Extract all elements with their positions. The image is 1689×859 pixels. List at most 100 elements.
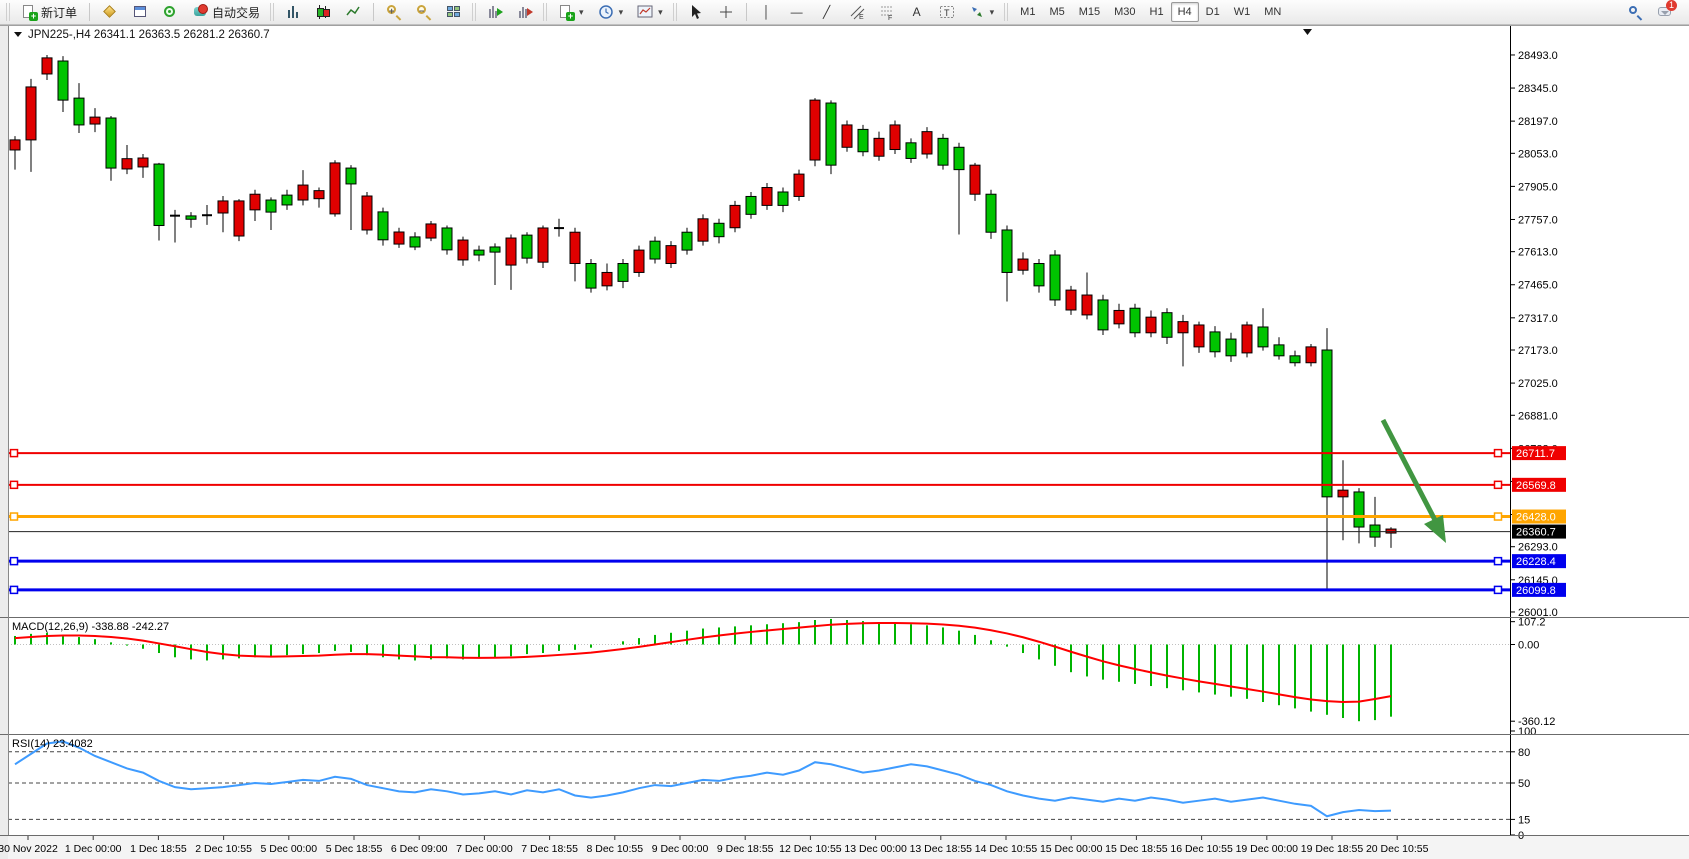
candle-body[interactable] xyxy=(1370,525,1380,537)
candle-body[interactable] xyxy=(90,117,100,124)
candle-body[interactable] xyxy=(634,250,644,272)
candle-body[interactable] xyxy=(362,196,372,230)
candle-body[interactable] xyxy=(714,223,724,236)
candle-body[interactable] xyxy=(778,192,788,205)
candle-body[interactable] xyxy=(314,191,324,199)
candle-body[interactable] xyxy=(1194,325,1204,347)
crosshair-button[interactable] xyxy=(712,2,740,23)
autotrading-button[interactable]: 自动交易 xyxy=(186,2,266,23)
candle-body[interactable] xyxy=(810,100,820,160)
auto-scroll-button[interactable] xyxy=(511,2,539,23)
candle-body[interactable] xyxy=(426,224,436,238)
periods-button[interactable]: ▾ xyxy=(592,2,630,23)
new-chart-button[interactable]: +▾ xyxy=(552,2,590,23)
candle-body[interactable] xyxy=(922,132,932,154)
candle-body[interactable] xyxy=(522,235,532,258)
tile-windows-button[interactable] xyxy=(440,2,468,23)
candle-body[interactable] xyxy=(42,58,52,74)
candle-body[interactable] xyxy=(826,103,836,165)
line-handle[interactable] xyxy=(11,558,18,565)
candle-body[interactable] xyxy=(218,201,228,213)
timeframe-h1[interactable]: H1 xyxy=(1143,2,1171,22)
candle-body[interactable] xyxy=(410,237,420,247)
new-order-button[interactable]: + 新订单 xyxy=(15,2,83,23)
channel-button[interactable]: E xyxy=(843,2,871,23)
candle-body[interactable] xyxy=(154,164,164,225)
market-watch-button[interactable] xyxy=(126,2,154,23)
candle-body[interactable] xyxy=(906,143,916,159)
candle-body[interactable] xyxy=(106,118,116,168)
text-button[interactable]: A xyxy=(903,2,931,23)
line-handle[interactable] xyxy=(1495,513,1502,520)
candle-body[interactable] xyxy=(954,147,964,169)
candle-body[interactable] xyxy=(874,138,884,156)
candle-body[interactable] xyxy=(266,200,276,212)
text-label-button[interactable]: T xyxy=(933,2,961,23)
candle-body[interactable] xyxy=(650,241,660,259)
candle-body[interactable] xyxy=(1162,313,1172,338)
candle-body[interactable] xyxy=(1018,259,1028,270)
horizontal-line-button[interactable]: — xyxy=(783,2,811,23)
line-handle[interactable] xyxy=(11,450,18,457)
zoom-in-button[interactable]: + xyxy=(380,2,408,23)
candle-body[interactable] xyxy=(490,247,500,252)
candle-body[interactable] xyxy=(1114,310,1124,323)
candle-body[interactable] xyxy=(394,232,404,244)
line-handle[interactable] xyxy=(11,513,18,520)
candle-body[interactable] xyxy=(842,125,852,147)
candle-body[interactable] xyxy=(666,246,676,264)
candle-body[interactable] xyxy=(1034,264,1044,286)
candle-body[interactable] xyxy=(970,165,980,194)
timeframe-m1[interactable]: M1 xyxy=(1013,2,1042,22)
candle-body[interactable] xyxy=(682,232,692,250)
candle-body[interactable] xyxy=(1130,308,1140,333)
candle-body[interactable] xyxy=(1226,339,1236,356)
candle-body[interactable] xyxy=(122,159,132,169)
candle-body[interactable] xyxy=(234,201,244,236)
candle-body[interactable] xyxy=(282,195,292,205)
line-handle[interactable] xyxy=(1495,558,1502,565)
candle-body[interactable] xyxy=(26,87,36,140)
timeframe-w1[interactable]: W1 xyxy=(1227,2,1258,22)
templates-button[interactable]: ▾ xyxy=(631,2,669,23)
candle-body[interactable] xyxy=(250,194,260,210)
candle-body[interactable] xyxy=(378,212,388,240)
chart-canvas[interactable]: 28493.028345.028197.028053.027905.027757… xyxy=(0,25,1689,859)
candle-body[interactable] xyxy=(186,216,196,219)
candle-body[interactable] xyxy=(1098,300,1108,330)
toolbar-grip[interactable] xyxy=(6,3,11,21)
line-handle[interactable] xyxy=(11,481,18,488)
candle-body[interactable] xyxy=(858,129,868,151)
candle-body[interactable] xyxy=(986,194,996,232)
timeframe-d1[interactable]: D1 xyxy=(1199,2,1227,22)
vertical-line-button[interactable]: │ xyxy=(753,2,781,23)
candle-body[interactable] xyxy=(938,138,948,165)
trendline-button[interactable]: ╱ xyxy=(813,2,841,23)
signals-button[interactable] xyxy=(156,2,184,23)
candle-body[interactable] xyxy=(58,61,68,100)
notifications-button[interactable]: 1 xyxy=(1651,2,1679,23)
candle-body[interactable] xyxy=(1242,325,1252,353)
bar-chart-button[interactable] xyxy=(279,2,307,23)
line-handle[interactable] xyxy=(1495,586,1502,593)
candle-body[interactable] xyxy=(1082,295,1092,315)
timeframe-m30[interactable]: M30 xyxy=(1107,2,1142,22)
candle-body[interactable] xyxy=(1354,492,1364,527)
candle-body[interactable] xyxy=(10,140,20,150)
line-handle[interactable] xyxy=(11,586,18,593)
candle-body[interactable] xyxy=(1338,490,1348,497)
candle-body[interactable] xyxy=(538,228,548,262)
candle-body[interactable] xyxy=(458,240,468,260)
candle-body[interactable] xyxy=(570,232,580,263)
candlestick-button[interactable] xyxy=(309,2,337,23)
timeframe-mn[interactable]: MN xyxy=(1257,2,1288,22)
candle-body[interactable] xyxy=(1178,322,1188,333)
profiles-button[interactable] xyxy=(96,2,124,23)
candle-body[interactable] xyxy=(1258,327,1268,347)
candle-body[interactable] xyxy=(442,228,452,250)
candle-body[interactable] xyxy=(586,264,596,289)
candle-body[interactable] xyxy=(794,174,804,196)
candle-body[interactable] xyxy=(730,205,740,227)
line-handle[interactable] xyxy=(1495,450,1502,457)
candle-body[interactable] xyxy=(1210,332,1220,352)
